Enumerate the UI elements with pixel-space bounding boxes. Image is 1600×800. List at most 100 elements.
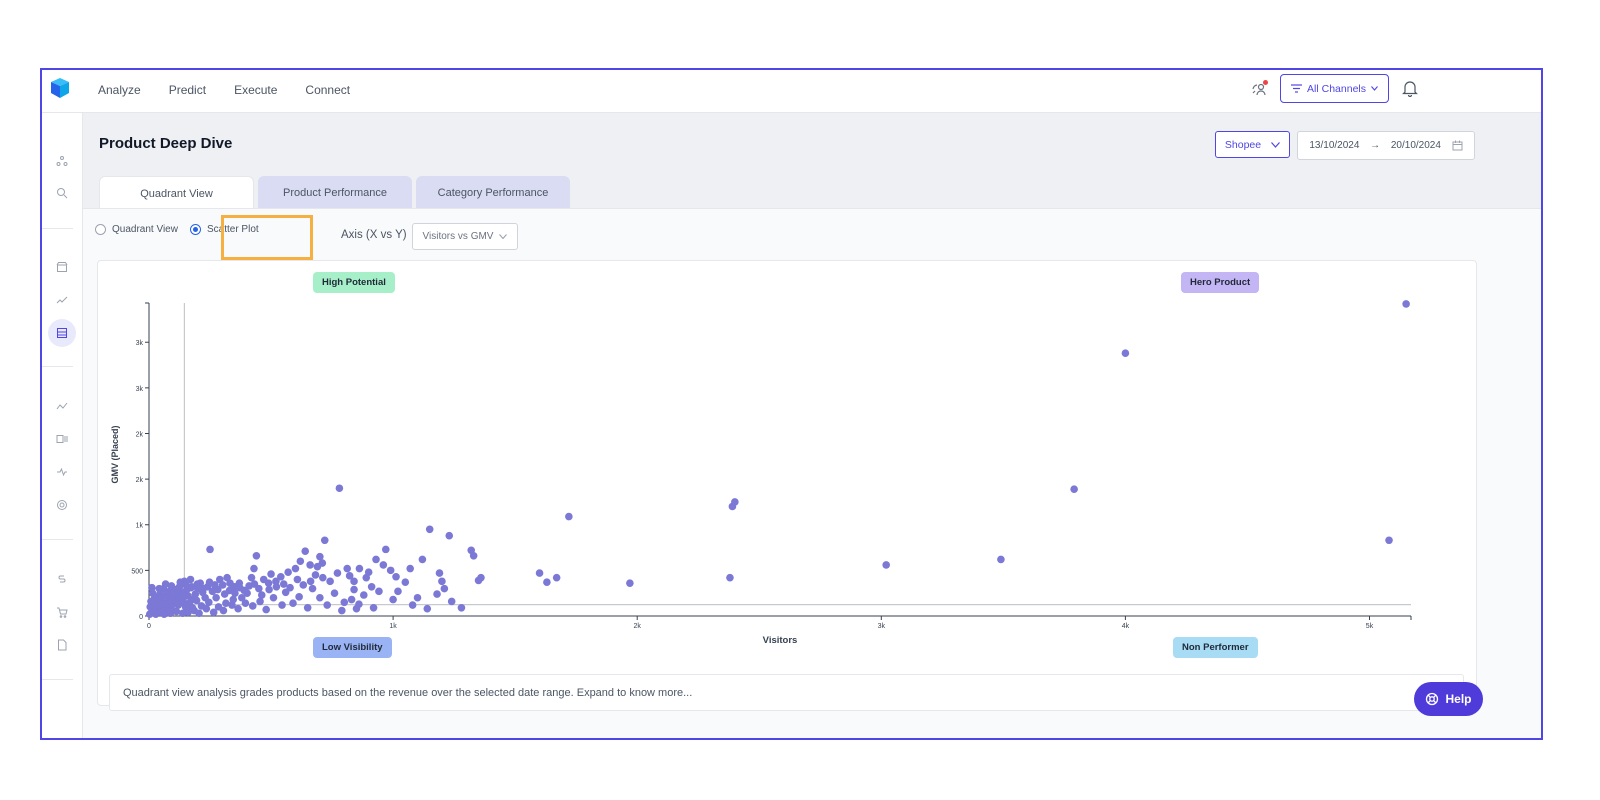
scatter-point bbox=[301, 547, 310, 556]
sidebar-trend-icon[interactable] bbox=[51, 289, 73, 311]
scatter-point bbox=[205, 598, 213, 607]
scatter-point bbox=[1402, 300, 1410, 308]
scatter-point bbox=[256, 597, 264, 606]
sidebar-document-icon[interactable] bbox=[51, 634, 73, 656]
scatter-point bbox=[543, 578, 551, 587]
app-logo-icon[interactable] bbox=[48, 76, 72, 100]
scatter-point bbox=[293, 575, 302, 584]
x-tick-label: 1k bbox=[389, 623, 397, 630]
y-tick-label: 3k bbox=[136, 386, 144, 393]
bell-icon[interactable] bbox=[1399, 78, 1421, 100]
scatter-point bbox=[183, 606, 192, 615]
y-axis-title: GMV (Placed) bbox=[110, 425, 120, 483]
nav-predict[interactable]: Predict bbox=[169, 83, 206, 97]
axis-dropdown[interactable]: Visitors vs GMV bbox=[412, 223, 518, 250]
scatter-point bbox=[408, 601, 417, 609]
y-tick-label: 0 bbox=[139, 614, 143, 621]
axis-dropdown-value: Visitors vs GMV bbox=[422, 231, 494, 242]
scatter-point bbox=[259, 575, 268, 584]
scatter-point bbox=[340, 598, 349, 607]
tab-panel: Quadrant View Scatter Plot Axis (X vs Y)… bbox=[83, 208, 1541, 738]
scatter-point bbox=[284, 568, 292, 576]
y-tick-label: 2k bbox=[136, 477, 144, 484]
scatter-point bbox=[296, 557, 305, 566]
scatter-point bbox=[386, 566, 395, 575]
scatter-point bbox=[438, 577, 446, 586]
activity-icon[interactable] bbox=[1248, 78, 1270, 100]
scatter-point bbox=[474, 576, 483, 585]
sidebar-divider bbox=[42, 228, 73, 229]
all-channels-dropdown[interactable]: All Channels bbox=[1280, 74, 1389, 103]
scatter-point bbox=[350, 585, 358, 594]
scatter-point bbox=[447, 597, 456, 606]
scatter-point bbox=[248, 602, 257, 610]
quadrant-info-note[interactable]: Quadrant view analysis grades products b… bbox=[109, 674, 1464, 711]
scatter-point bbox=[330, 589, 339, 597]
scatter-point bbox=[394, 587, 402, 596]
radio-quadrant-view-label[interactable]: Quadrant View bbox=[112, 224, 178, 235]
scatter-point bbox=[313, 562, 322, 571]
scatter-point bbox=[250, 580, 259, 588]
sidebar-target-icon[interactable] bbox=[51, 494, 73, 516]
radio-quadrant-view[interactable] bbox=[95, 224, 106, 235]
scatter-point bbox=[299, 581, 308, 589]
scatter-point bbox=[997, 555, 1005, 564]
scatter-point bbox=[148, 583, 156, 592]
nav-analyze[interactable]: Analyze bbox=[98, 83, 141, 97]
scatter-point bbox=[187, 583, 195, 592]
sidebar-nodes-icon[interactable] bbox=[51, 150, 73, 172]
app-window: Analyze Predict Execute Connect All Chan… bbox=[40, 68, 1543, 740]
help-button[interactable]: Help bbox=[1414, 682, 1483, 716]
scatter-point bbox=[218, 581, 227, 589]
date-range-picker[interactable]: 13/10/2024 → 20/10/2024 bbox=[1297, 131, 1475, 160]
y-tick-label: 500 bbox=[131, 568, 143, 575]
chevron-down-icon bbox=[1371, 86, 1378, 91]
scatter-point bbox=[234, 604, 242, 613]
scatter-point bbox=[335, 484, 344, 493]
x-tick-label: 4k bbox=[1122, 623, 1130, 630]
scatter-point bbox=[433, 590, 441, 598]
scatter-point bbox=[286, 583, 294, 592]
scatter-point bbox=[265, 585, 273, 594]
x-tick-label: 2k bbox=[633, 623, 641, 630]
scatter-point bbox=[355, 564, 364, 573]
tab-product-performance[interactable]: Product Performance bbox=[258, 176, 412, 210]
tab-quadrant-view[interactable]: Quadrant View bbox=[99, 176, 254, 210]
chevron-down-icon bbox=[1271, 141, 1281, 148]
scatter-point bbox=[220, 590, 229, 598]
scatter-point bbox=[150, 594, 159, 603]
sidebar-pulse-icon[interactable] bbox=[51, 461, 73, 483]
sidebar-ads-icon[interactable] bbox=[51, 428, 73, 450]
scatter-point bbox=[179, 598, 188, 607]
tab-category-performance[interactable]: Category Performance bbox=[416, 176, 570, 210]
main-nav: Analyze Predict Execute Connect bbox=[98, 83, 350, 97]
sidebar-price-icon[interactable] bbox=[51, 568, 73, 590]
nav-connect[interactable]: Connect bbox=[305, 83, 350, 97]
scatter-point bbox=[882, 561, 890, 569]
sidebar-line-chart-icon[interactable] bbox=[51, 395, 73, 417]
main-content: Product Deep Dive Shopee 13/10/2024 → 20… bbox=[83, 113, 1541, 738]
scatter-point bbox=[345, 572, 354, 580]
scatter-point bbox=[360, 591, 368, 599]
sidebar-cart-icon[interactable] bbox=[51, 601, 73, 623]
radio-scatter-plot[interactable] bbox=[189, 224, 201, 235]
calendar-icon bbox=[1452, 140, 1463, 151]
scatter-point bbox=[257, 591, 266, 599]
sidebar-store-icon[interactable] bbox=[51, 256, 73, 278]
scatter-point bbox=[311, 571, 320, 579]
scatter-point bbox=[205, 578, 214, 587]
scatter-point bbox=[423, 604, 432, 613]
marketplace-dropdown[interactable]: Shopee bbox=[1215, 131, 1290, 158]
scatter-point bbox=[229, 595, 238, 604]
nav-execute[interactable]: Execute bbox=[234, 83, 277, 97]
quadrant-info-text: Quadrant view analysis grades products b… bbox=[123, 686, 693, 699]
scatter-point bbox=[320, 536, 329, 545]
scatter-point bbox=[243, 589, 251, 597]
sidebar-search-icon[interactable] bbox=[51, 182, 73, 204]
scatter-point bbox=[169, 606, 177, 615]
scatter-point bbox=[726, 573, 734, 582]
scatter-point bbox=[199, 584, 207, 593]
sidebar-divider bbox=[42, 366, 73, 367]
x-axis-title: Visitors bbox=[763, 635, 798, 646]
sidebar-table-icon[interactable] bbox=[48, 319, 76, 347]
